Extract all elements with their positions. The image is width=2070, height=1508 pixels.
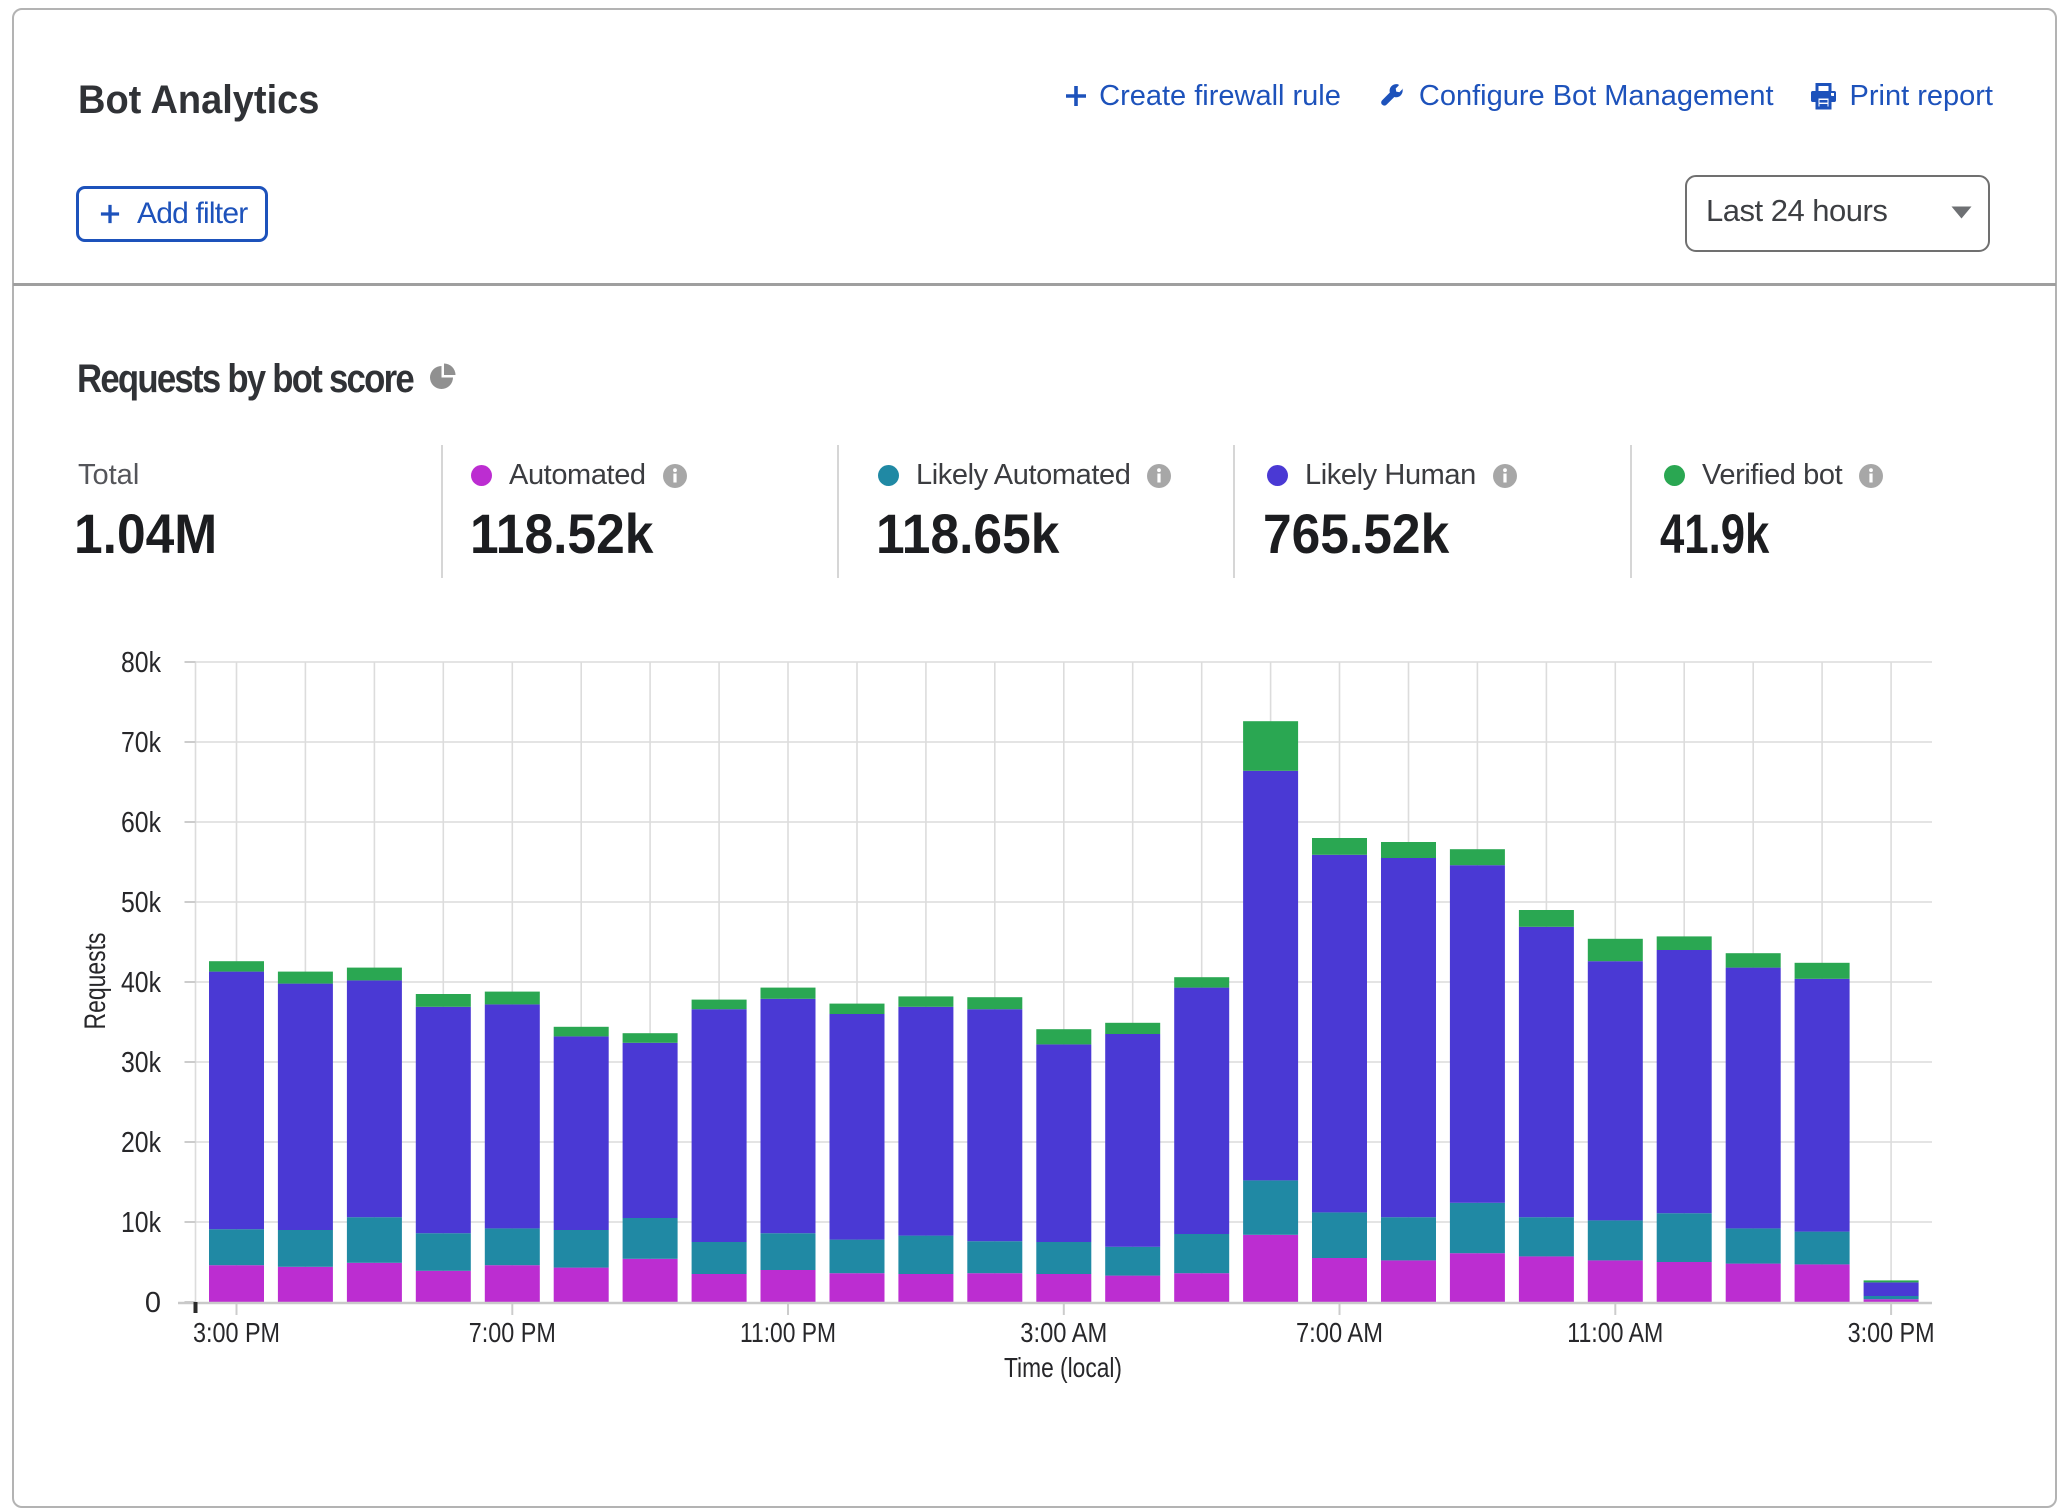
svg-text:20k: 20k — [121, 1127, 161, 1159]
svg-text:10k: 10k — [121, 1207, 161, 1239]
svg-text:0: 0 — [145, 1287, 161, 1319]
svg-text:Requests: Requests — [79, 933, 112, 1030]
svg-text:3:00 AM: 3:00 AM — [1020, 1317, 1107, 1348]
svg-text:30k: 30k — [121, 1047, 161, 1079]
svg-text:3:00 PM: 3:00 PM — [193, 1317, 280, 1348]
svg-text:60k: 60k — [121, 807, 161, 839]
svg-text:80k: 80k — [121, 647, 161, 679]
svg-text:3:00 PM: 3:00 PM — [1848, 1317, 1935, 1348]
svg-text:11:00 PM: 11:00 PM — [740, 1317, 836, 1348]
svg-text:50k: 50k — [121, 887, 161, 919]
svg-text:40k: 40k — [121, 967, 161, 999]
svg-text:Time (local): Time (local) — [1004, 1352, 1122, 1383]
svg-text:70k: 70k — [121, 727, 161, 759]
svg-text:7:00 PM: 7:00 PM — [469, 1317, 556, 1348]
svg-text:7:00 AM: 7:00 AM — [1296, 1317, 1383, 1348]
svg-text:11:00 AM: 11:00 AM — [1567, 1317, 1663, 1348]
